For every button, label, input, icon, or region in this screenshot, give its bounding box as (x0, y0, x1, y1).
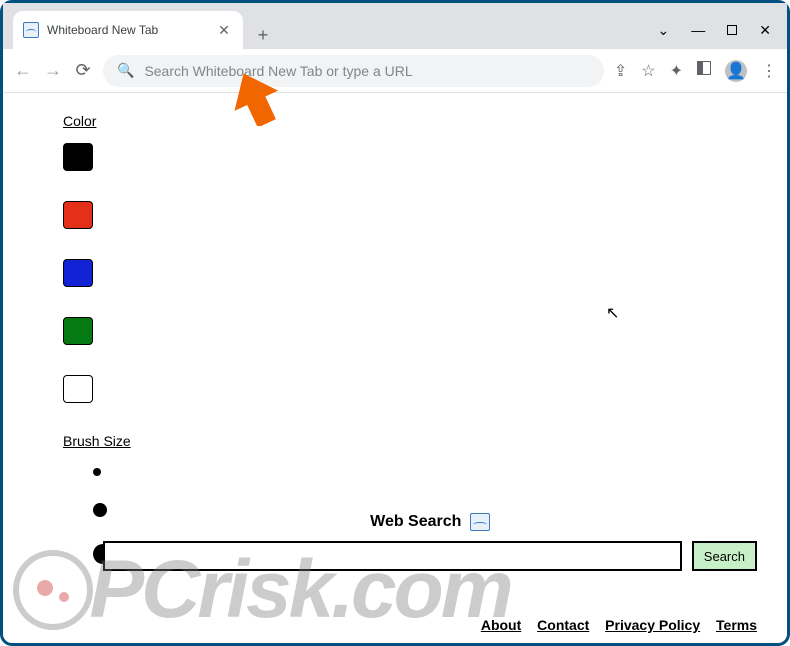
page-content: Color Brush Size Web Search Search About… (3, 93, 787, 643)
back-button[interactable]: ← (13, 60, 33, 81)
color-swatch-white[interactable] (63, 375, 93, 403)
search-input[interactable] (103, 541, 682, 571)
window-titlebar: Whiteboard New Tab ✕ + ⌄ — ✕ (3, 3, 787, 49)
browser-tab[interactable]: Whiteboard New Tab ✕ (13, 11, 243, 49)
omnibox-placeholder: Search Whiteboard New Tab or type a URL (144, 63, 412, 79)
close-tab-icon[interactable]: ✕ (215, 22, 233, 39)
color-swatch-green[interactable] (63, 317, 93, 345)
footer-link-contact[interactable]: Contact (537, 617, 589, 633)
new-tab-button[interactable]: + (249, 21, 277, 49)
bookmark-icon[interactable]: ☆ (641, 61, 655, 81)
profile-avatar[interactable]: 👤 (725, 60, 747, 82)
search-button[interactable]: Search (692, 541, 757, 571)
search-icon: 🔍 (117, 62, 134, 79)
extensions-icon[interactable]: ✦ (670, 61, 683, 81)
footer-link-about[interactable]: About (481, 617, 521, 633)
color-swatch-black[interactable] (63, 143, 93, 171)
footer-link-privacy[interactable]: Privacy Policy (605, 617, 700, 633)
footer-links: About Contact Privacy Policy Terms (469, 617, 757, 633)
color-heading: Color (63, 113, 747, 129)
brush-size-small[interactable] (93, 468, 101, 476)
forward-button[interactable]: → (43, 60, 63, 81)
close-window-button[interactable]: ✕ (759, 22, 771, 39)
chevron-down-icon[interactable]: ⌄ (658, 22, 670, 39)
color-swatch-blue[interactable] (63, 259, 93, 287)
address-bar[interactable]: 🔍 Search Whiteboard New Tab or type a UR… (103, 55, 604, 87)
web-search-section: Web Search Search (103, 513, 757, 571)
side-panel-icon[interactable] (697, 61, 711, 80)
share-icon[interactable]: ⇪ (614, 61, 627, 81)
reload-button[interactable]: ⟳ (73, 60, 93, 81)
web-search-label: Web Search (370, 513, 461, 530)
browser-toolbar: ← → ⟳ 🔍 Search Whiteboard New Tab or typ… (3, 49, 787, 93)
tab-favicon (23, 22, 39, 38)
menu-icon[interactable]: ⋮ (761, 61, 777, 81)
color-swatch-red[interactable] (63, 201, 93, 229)
web-search-logo-icon (470, 513, 490, 531)
brush-size-heading: Brush Size (63, 433, 747, 449)
footer-link-terms[interactable]: Terms (716, 617, 757, 633)
window-controls: ⌄ — ✕ (658, 22, 787, 49)
maximize-button[interactable] (727, 22, 737, 39)
minimize-button[interactable]: — (691, 22, 705, 39)
tab-title: Whiteboard New Tab (47, 23, 207, 37)
web-search-title: Web Search (103, 513, 757, 531)
